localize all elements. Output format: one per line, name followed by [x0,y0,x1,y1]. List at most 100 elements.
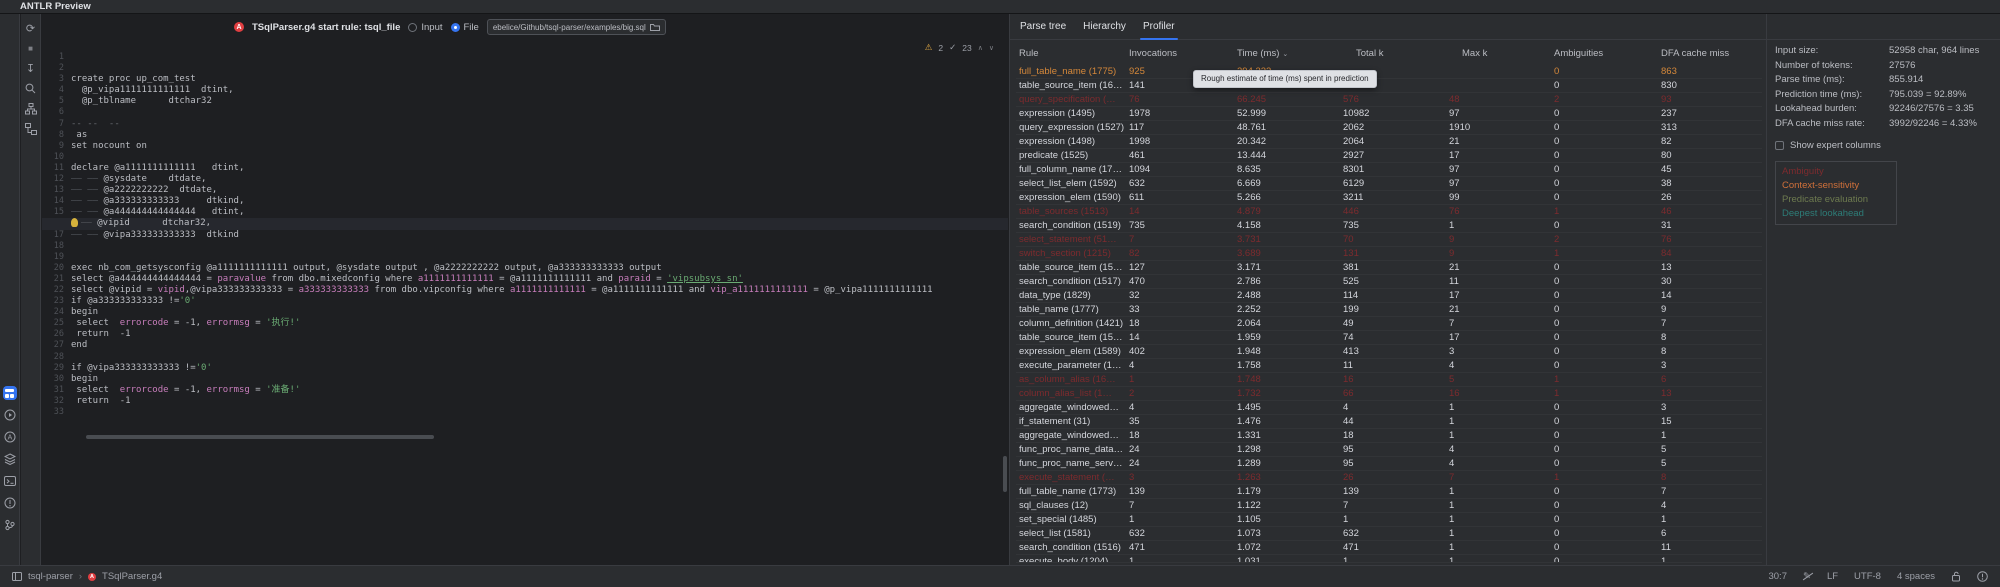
layers-stripe-icon[interactable] [3,452,17,466]
profiler-row[interactable]: func_proc_name_serv…241.28995405 [1016,457,1762,471]
col-dfa-cache-miss[interactable]: DFA cache miss [1658,48,1762,59]
structure-icon[interactable] [24,122,37,135]
profiler-row[interactable]: table_source_item (16…141167.9830830 [1016,79,1762,93]
antlr-preview-stripe-icon[interactable] [3,386,17,400]
notifications-icon[interactable] [1977,571,1988,582]
profiler-row[interactable]: query_expression (1527)11748.76120621910… [1016,121,1762,135]
tab-profiler[interactable]: Profiler [1143,14,1175,40]
window-layout-icon[interactable] [12,572,22,581]
code-line[interactable] [71,152,1008,163]
profiler-row[interactable]: expression_elem (1589)4021.948413308 [1016,345,1762,359]
export-icon[interactable]: ↧ [24,62,37,75]
profiler-row[interactable]: search_condition (1519)7354.1587351031 [1016,219,1762,233]
code-line[interactable]: begin [71,307,1008,318]
code-line[interactable]: select @a444444444444444 = paravalue fro… [71,274,1008,285]
profiler-row[interactable]: set_special (1485)11.1051101 [1016,513,1762,527]
profiler-row[interactable]: predicate (1525)46113.444292717080 [1016,149,1762,163]
breadcrumb-project[interactable]: tsql-parser [28,571,73,582]
profiler-row[interactable]: full_table_name (1775)925294.3220863 [1016,65,1762,79]
profiler-row[interactable]: execute_body (1204)11.0311101 [1016,555,1762,563]
profiler-row[interactable]: full_table_name (1773)1391.179139107 [1016,485,1762,499]
profiler-row[interactable]: table_source_item (15…1273.17138121013 [1016,261,1762,275]
test-file-path-field[interactable]: ebelice/Github/tsql-parser/examples/big.… [487,19,666,35]
plugin-a-stripe-icon[interactable]: A [3,430,17,444]
profiler-row[interactable]: expression_elem (1590)6115.266321199026 [1016,191,1762,205]
profiler-row[interactable]: expression (1498)199820.342206421082 [1016,135,1762,149]
profiler-row[interactable]: func_proc_name_data…241.29895405 [1016,443,1762,457]
code-line[interactable] [71,107,1008,118]
code-line[interactable]: set nocount on [71,141,1008,152]
code-line[interactable]: exec nb_com_getsysconfig @a1111111111111… [71,263,1008,274]
code-line[interactable]: create proc up_com_test [71,74,1008,85]
code-line[interactable]: if @a333333333333 !='0' [71,296,1008,307]
col-max-k[interactable]: Max k [1446,48,1551,59]
profiler-row[interactable]: expression (1495)197852.99910982970237 [1016,107,1762,121]
code-line[interactable]: return -1 [71,329,1008,340]
profiler-row[interactable]: search_condition (1517)4702.78652511030 [1016,275,1762,289]
code-line[interactable]: —— @vipid dtchar32, [42,218,1008,229]
profiler-row[interactable]: select_list_elem (1592)6326.669612997038 [1016,177,1762,191]
tab-hierarchy[interactable]: Hierarchy [1083,14,1126,40]
profiler-row[interactable]: select_list (1581)6321.073632106 [1016,527,1762,541]
code-editor[interactable]: 1234567891011121314151617181920212223242… [42,52,1008,565]
col-rule[interactable]: Rule [1016,48,1126,59]
code-line[interactable] [71,252,1008,263]
code-line[interactable]: select errorcode = -1, errormsg = '准备!' [71,385,1008,396]
code-line[interactable] [71,63,1008,74]
terminal-stripe-icon[interactable] [3,474,17,488]
code-line[interactable] [71,407,1008,418]
code-line[interactable]: @p_vipa1111111111111 dtint, [71,85,1008,96]
editor-vertical-scrollbar[interactable] [1003,456,1007,492]
refresh-icon[interactable]: ⟳ [24,22,37,35]
code-line[interactable]: —— —— @a333333333333 dtkind, [71,196,1008,207]
profiler-row[interactable]: full_column_name (17…10948.635830197045 [1016,163,1762,177]
problems-stripe-icon[interactable] [3,496,17,510]
run-stripe-icon[interactable] [3,408,17,422]
profiler-row[interactable]: execute_parameter (1…41.75811403 [1016,359,1762,373]
folder-icon[interactable] [650,23,660,32]
checkbox-icon[interactable] [1775,141,1784,150]
tab-parse-tree[interactable]: Parse tree [1020,14,1066,40]
code-line[interactable]: end [71,340,1008,351]
file-radio[interactable]: File [451,22,479,33]
profiler-row[interactable]: switch_section (1215)823.6891319184 [1016,247,1762,261]
code-line[interactable]: —— —— @vipa333333333333 dtkind [71,230,1008,241]
code-line[interactable] [71,52,1008,63]
profiler-row[interactable]: as_column_alias (16…11.74816516 [1016,373,1762,387]
indent-indicator[interactable]: 4 spaces [1897,571,1935,582]
code-line[interactable] [71,352,1008,363]
profiler-row[interactable]: column_definition (1421)182.06449707 [1016,317,1762,331]
next-issue-chevron-icon[interactable]: ∨ [989,44,994,52]
encoding-indicator[interactable]: UTF-8 [1854,571,1881,582]
editor-horizontal-scrollbar[interactable] [86,435,434,439]
search-icon[interactable] [24,82,37,95]
breadcrumb-file[interactable]: TSqlParser.g4 [102,571,162,582]
code-line[interactable]: declare @a1111111111111 dtint, [71,163,1008,174]
lock-icon[interactable] [1951,571,1961,582]
code-lines[interactable]: create proc up_com_test @p_vipa111111111… [71,52,1008,418]
profiler-row[interactable]: aggregate_windowed…181.33118101 [1016,429,1762,443]
line-ending-indicator[interactable]: LF [1827,571,1838,582]
profiler-row[interactable]: aggregate_windowed…41.4954103 [1016,401,1762,415]
caret-position[interactable]: 30:7 [1768,571,1787,582]
col-total-k[interactable]: Total k [1340,48,1446,59]
code-line[interactable]: select errorcode = -1, errormsg = '执行!' [71,318,1008,329]
code-line[interactable]: begin [71,374,1008,385]
expert-columns-row[interactable]: Show expert columns [1775,138,2000,152]
code-line[interactable]: —— —— @sysdate dtdate, [71,174,1008,185]
highlighting-off-icon[interactable]: ✎ [1803,571,1811,582]
col-ambiguities[interactable]: Ambiguities [1551,48,1658,59]
profiler-row[interactable]: column_alias_list (1…21.7326616113 [1016,387,1762,401]
code-line[interactable]: @p_tblname dtchar32 [71,96,1008,107]
hierarchy-icon[interactable] [24,102,37,115]
code-line[interactable]: return -1 [71,396,1008,407]
code-line[interactable]: —— —— @a2222222222 dtdate, [71,185,1008,196]
profiler-row[interactable]: query_specification (…7666.24557648293 [1016,93,1762,107]
profiler-row[interactable]: execute_statement (…31.26326718 [1016,471,1762,485]
profiler-row[interactable]: search_condition (1516)4711.0724711011 [1016,541,1762,555]
profiler-row[interactable]: table_sources (1513)144.87944676146 [1016,205,1762,219]
git-branch-stripe-icon[interactable] [3,518,17,532]
profiler-row[interactable]: data_type (1829)322.48811417014 [1016,289,1762,303]
code-line[interactable]: if @vipa333333333333 !='0' [71,363,1008,374]
profiler-row[interactable]: select_statement (51…73.731709276 [1016,233,1762,247]
